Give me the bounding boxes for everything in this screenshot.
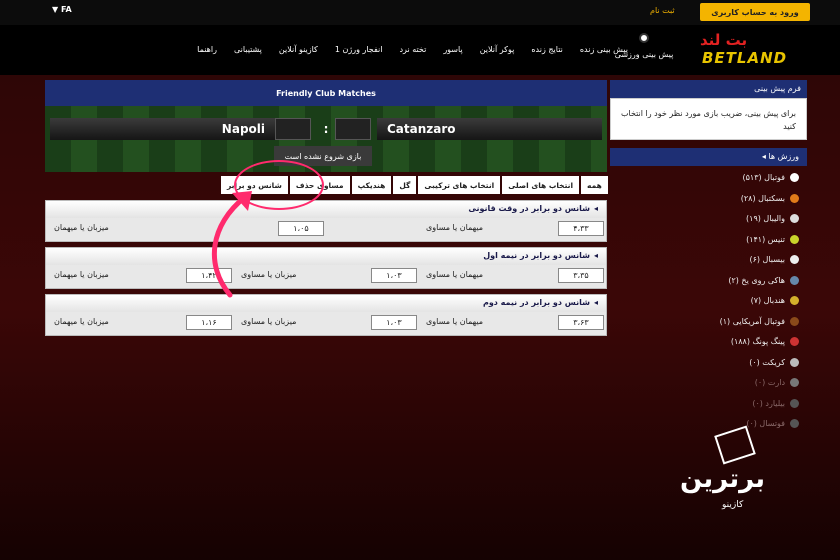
nav-item-poker[interactable]: پوکر آنلاین <box>480 45 515 54</box>
sidebar-item-american-football[interactable]: فوتبال آمریکایی (۱) <box>610 310 807 331</box>
match-main: Friendly Club Matches Napoli : Catanzaro… <box>45 80 608 336</box>
chevron-left-icon: ◂ <box>761 152 766 161</box>
tennis-ball-icon <box>790 234 799 244</box>
option-label: میزبان یا میهمان <box>54 270 109 279</box>
bet-form-text: برای پیش بینی، ضریب بازی مورد نظر خود را… <box>610 98 807 140</box>
option-label: میهمان یا مساوی <box>426 270 484 279</box>
playing-card-icon <box>714 425 756 465</box>
volleyball-icon <box>790 214 799 224</box>
nav-item-pasoor[interactable]: پاسور <box>443 45 462 54</box>
odd-button[interactable]: ۴،۳۳ <box>558 221 604 236</box>
market-double-chance-second-half: ◂ شانس دو برابر در نیمه دوم ۳،۶۳ میهمان … <box>45 294 607 336</box>
sidebar-item-billiards[interactable]: بیلیارد (۰) <box>610 392 807 413</box>
handball-icon <box>790 296 799 306</box>
top-bar: ▼ FA ثبت نام ورود به حساب کاربری <box>0 0 840 25</box>
tab-goals[interactable]: گل <box>393 176 417 194</box>
odd-button[interactable]: ۱،۰۵ <box>278 221 324 236</box>
nav-item-live-predict[interactable]: پیش بینی زنده <box>580 45 628 54</box>
login-button[interactable]: ورود به حساب کاربری <box>700 3 810 21</box>
register-link[interactable]: ثبت نام <box>650 6 675 15</box>
away-score-box <box>275 118 311 140</box>
chevron-left-icon: ◂ <box>593 298 598 307</box>
sports-header[interactable]: ◂ ورزش ها <box>610 148 807 166</box>
sports-list: فوتبال (۵۱۳) بسکتبال (۲۸) والیبال (۱۹) ت… <box>610 166 807 433</box>
odd-button[interactable]: ۳،۶۳ <box>558 315 604 330</box>
score-separator: : <box>323 122 329 136</box>
bet-form-title: فرم پیش بینی <box>610 80 807 98</box>
sidebar-item-handball[interactable]: هندبال (۷) <box>610 289 807 310</box>
match-league-title: Friendly Club Matches <box>45 80 607 106</box>
tab-all[interactable]: همه <box>581 176 608 194</box>
logo-text-en: BETLAND <box>702 49 788 67</box>
market-odds-row: ۳،۳۵ میهمان یا مساوی ۱،۰۳ میزبان یا مساو… <box>46 265 606 288</box>
home-team: Catanzaro <box>377 118 602 140</box>
cricket-bat-icon <box>790 357 799 367</box>
nav-item-support[interactable]: پشتیبانی <box>234 45 262 54</box>
nav-item-crash[interactable]: انفجار ورژن 1 <box>335 45 383 54</box>
odd-button[interactable]: ۳،۳۵ <box>558 268 604 283</box>
dart-icon <box>790 378 799 388</box>
sidebar-item-cricket[interactable]: کریکت (۰) <box>610 351 807 372</box>
logo-text-fa: بت لند <box>700 31 748 49</box>
caret-down-icon: ▼ <box>52 5 59 14</box>
market-odds-row: ۳،۶۳ میهمان یا مساوی ۱،۰۳ میزبان یا مساو… <box>46 312 606 335</box>
sidebar-item-darts[interactable]: دارت (۰) <box>610 371 807 392</box>
sidebar-item-tennis[interactable]: تنیس (۱۴۱) <box>610 228 807 249</box>
sidebar-item-ice-hockey[interactable]: هاکی روی یخ (۲) <box>610 269 807 290</box>
odd-button[interactable]: ۱،۱۶ <box>186 315 232 330</box>
match-scoreboard: Napoli : Catanzaro بازی شروع نشده است <box>45 106 607 172</box>
nav-item-live-results[interactable]: نتایج زنده <box>531 45 563 54</box>
baseball-icon <box>790 255 799 265</box>
ping-pong-icon <box>790 337 799 347</box>
option-label: میهمان یا مساوی <box>426 223 484 232</box>
home-score-box <box>335 118 371 140</box>
soccer-ball-icon <box>639 33 649 43</box>
sidebar-item-basketball[interactable]: بسکتبال (۲۸) <box>610 187 807 208</box>
market-double-chance-first-half: ◂ شانس دو برابر در نیمه اول ۳،۳۵ میهمان … <box>45 247 607 289</box>
nav-item-backgammon[interactable]: تخته نرد <box>399 45 426 54</box>
sidebar-item-football[interactable]: فوتبال (۵۱۳) <box>610 166 807 187</box>
sidebar-item-volleyball[interactable]: والیبال (۱۹) <box>610 207 807 228</box>
option-label: میهمان یا مساوی <box>426 317 484 326</box>
american-football-icon <box>790 316 799 326</box>
language-label: FA <box>60 5 72 14</box>
tab-combo-picks[interactable]: انتخاب های ترکیبی <box>418 176 501 194</box>
basketball-icon <box>790 193 799 203</box>
sidebar-item-baseball[interactable]: بیسبال (۶) <box>610 248 807 269</box>
market-title[interactable]: ◂ شانس دو برابر در وقت قانونی <box>46 201 606 218</box>
market-title[interactable]: ◂ شانس دو برابر در نیمه اول <box>46 248 606 265</box>
odd-button[interactable]: ۱،۰۳ <box>371 268 417 283</box>
option-label: میزبان یا میهمان <box>54 317 109 326</box>
billiard-ball-icon <box>790 398 799 408</box>
chevron-left-icon: ◂ <box>593 204 598 213</box>
option-label: میزبان یا میهمان <box>54 223 109 232</box>
market-title[interactable]: ◂ شانس دو برابر در نیمه دوم <box>46 295 606 312</box>
market-double-chance-fulltime: ◂ شانس دو برابر در وقت قانونی ۴،۳۳ میهما… <box>45 200 607 242</box>
nav-item-casino[interactable]: کازینو آنلاین <box>279 45 318 54</box>
away-team: Napoli <box>50 118 275 140</box>
football-icon <box>790 173 799 183</box>
watermark-title: برترین <box>680 464 766 494</box>
option-label: میزبان یا مساوی <box>241 317 297 326</box>
hockey-puck-icon <box>790 275 799 285</box>
nav-menu: پیش بینی زنده نتایج زنده پوکر آنلاین پاس… <box>197 45 628 54</box>
annotation-arrow-icon <box>211 191 252 298</box>
sports-title: ورزش ها <box>768 152 799 161</box>
nav-item-help[interactable]: راهنما <box>197 45 217 54</box>
watermark-subtitle: کازینو <box>722 500 744 510</box>
language-selector[interactable]: ▼ FA <box>52 5 72 14</box>
market-odds-row: ۴،۳۳ میهمان یا مساوی ۱،۰۵ میزبان یا میهم… <box>46 218 606 241</box>
futsal-icon <box>790 419 799 429</box>
main-navbar: بت لند BETLAND پیش بینی ورزشی پیش بینی ز… <box>0 25 840 75</box>
tab-main-picks[interactable]: انتخاب های اصلی <box>502 176 580 194</box>
chevron-left-icon: ◂ <box>593 251 598 260</box>
tab-handicap[interactable]: هندیکپ <box>351 176 392 194</box>
site-logo[interactable]: بت لند BETLAND <box>700 31 786 69</box>
sidebar-item-table-tennis[interactable]: پینگ پونگ (۱۸۸) <box>610 330 807 351</box>
odd-button[interactable]: ۱،۰۳ <box>371 315 417 330</box>
brand-watermark: برترین کازینو <box>670 425 790 530</box>
